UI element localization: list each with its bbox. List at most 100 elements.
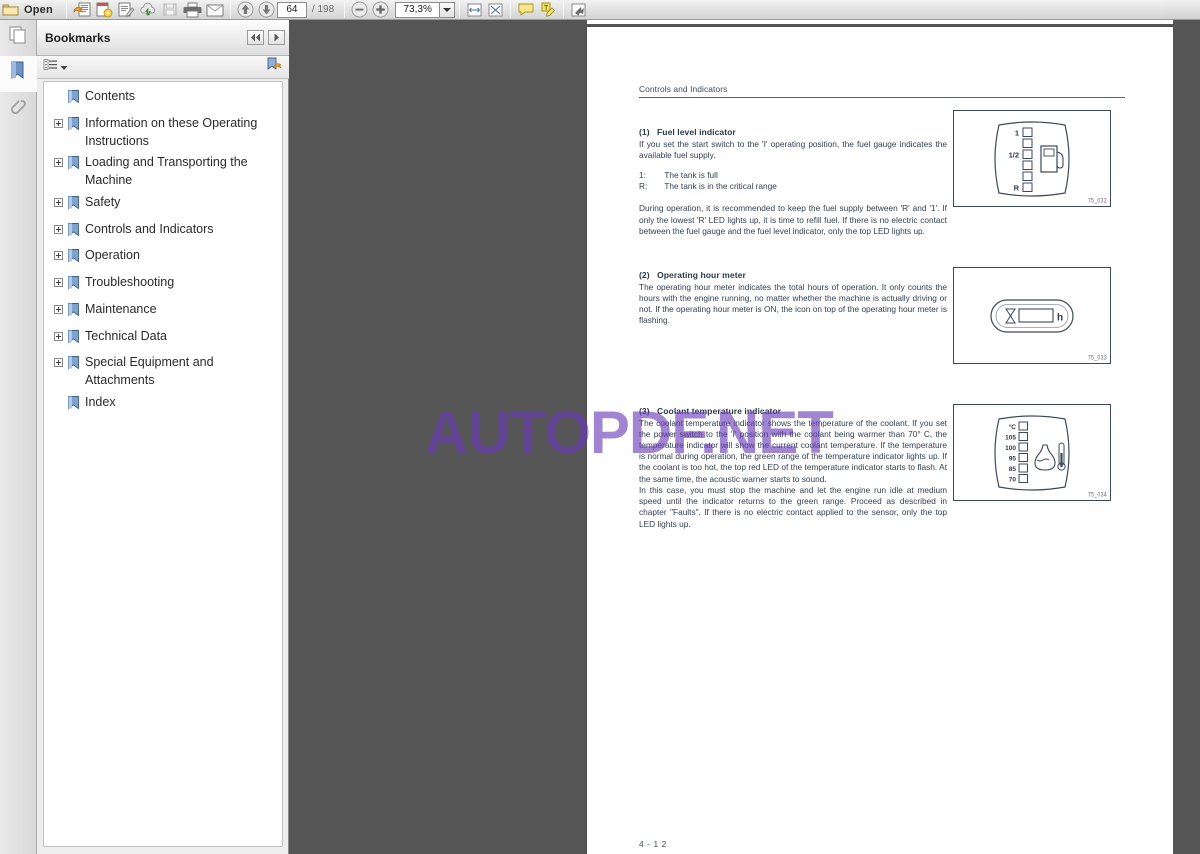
expand-bookmark-icon[interactable] — [54, 197, 63, 207]
section-body-2: During operation, it is recommended to k… — [639, 203, 947, 236]
viewport-right-gutter — [1173, 20, 1200, 854]
sidebar-item-attachments[interactable] — [0, 92, 37, 128]
bookmarks-icon — [10, 61, 26, 87]
expand-bookmark-icon[interactable] — [54, 158, 63, 168]
bookmark-target-button[interactable] — [266, 57, 283, 78]
bookmark-item[interactable]: Maintenance — [44, 299, 282, 326]
svg-text:°C: °C — [1009, 423, 1017, 431]
toolbar-group-zoom: 73,3% — [349, 0, 456, 19]
sidebar-item-page-thumbnails[interactable] — [0, 20, 37, 56]
bookmark-item-label: Contents — [85, 89, 136, 103]
bookmark-item[interactable]: Troubleshooting — [44, 272, 282, 299]
bookmark-item[interactable]: Controls and Indicators — [44, 219, 282, 246]
toolbar-divider — [510, 1, 512, 18]
expand-bookmark-icon[interactable] — [54, 304, 63, 314]
document-viewport[interactable]: Controls and Indicators (1) Fuel level i… — [290, 20, 1200, 854]
hour-meter-illustration: h — [990, 298, 1074, 333]
bookmark-item-label: Operation — [85, 248, 140, 263]
sidebar-tab-strip — [0, 20, 37, 854]
bookmark-icon — [67, 222, 80, 244]
bookmarks-panel-header: Bookmarks — [37, 20, 289, 56]
page-footer: 4 - 1 2 — [639, 839, 667, 849]
svg-text:105: 105 — [1005, 434, 1016, 441]
definition-term: R: — [639, 181, 648, 192]
bookmarks-panel: Bookmarks Contents Information on these … — [37, 20, 289, 854]
pdf-page: Controls and Indicators (1) Fuel level i… — [587, 27, 1173, 854]
fit-width-icon[interactable] — [464, 0, 485, 19]
definition-desc: The tank is full — [664, 169, 718, 180]
bookmark-item[interactable]: Contents — [44, 86, 282, 113]
fit-page-icon[interactable] — [485, 0, 506, 19]
bookmarks-tree[interactable]: Contents Information on these Operating I… — [43, 81, 283, 847]
previous-page-icon[interactable] — [235, 0, 256, 19]
highlight-text-icon[interactable]: T — [537, 0, 559, 19]
page-number-input[interactable]: 64 — [276, 1, 307, 18]
zoom-dropdown-arrow-icon[interactable] — [439, 1, 456, 18]
print-icon[interactable] — [181, 0, 204, 19]
save-copy-icon[interactable] — [71, 0, 93, 19]
svg-text:1/2: 1/2 — [1009, 150, 1019, 159]
section-fuel-level-indicator: (1) Fuel level indicator If you set the … — [639, 127, 947, 237]
bookmark-leaf-spacer — [54, 92, 63, 101]
expand-bookmark-icon[interactable] — [54, 358, 63, 368]
bookmark-icon — [67, 356, 80, 377]
bookmark-item[interactable]: Index — [44, 392, 282, 419]
coolant-gauge-illustration: °C 105 100 95 85 70 — [994, 414, 1070, 491]
open-button-label[interactable]: Open — [21, 4, 62, 16]
bookmark-item-label: Maintenance — [85, 301, 157, 316]
section-operating-hour-meter: (2) Operating hour meter The operating h… — [639, 270, 947, 326]
folder-open-icon[interactable] — [0, 0, 21, 19]
zoom-out-icon[interactable] — [349, 0, 370, 19]
bookmark-item-label: Technical Data — [85, 328, 167, 343]
bookmark-item[interactable]: Operation — [44, 245, 282, 272]
edit-pdf-icon[interactable] — [115, 0, 137, 19]
bookmark-item-label: Loading and Transporting the Machine — [85, 155, 248, 187]
svg-text:T: T — [544, 5, 549, 12]
page-thumbnails-icon — [9, 26, 28, 50]
definition-row: 1: The tank is full — [639, 170, 794, 181]
bookmarks-panel-title: Bookmarks — [45, 30, 111, 45]
bookmark-item[interactable]: Safety — [44, 192, 282, 219]
toolbar-group-fit — [464, 0, 506, 19]
section-body: If you set the start switch to the 'I' o… — [639, 138, 947, 160]
expand-panel-button[interactable] — [268, 30, 285, 45]
bookmark-icon — [67, 116, 80, 138]
toolbar-group-select — [568, 0, 589, 19]
toolbar-group-convert — [71, 0, 226, 19]
bookmark-options-button[interactable] — [43, 58, 68, 76]
bookmark-item[interactable]: Information on these Operating Instructi… — [44, 113, 282, 153]
toolbar-divider — [65, 1, 67, 18]
expand-bookmark-icon[interactable] — [54, 278, 63, 287]
bookmark-leaf-spacer — [54, 398, 63, 407]
toolbar-divider — [459, 1, 461, 18]
toolbar-group-navigation: 64 / 198 — [235, 0, 340, 19]
bookmark-item[interactable]: Loading and Transporting the Machine — [44, 152, 282, 192]
create-pdf-icon[interactable] — [93, 0, 115, 19]
expand-panel-icon — [273, 29, 280, 47]
toolbar-divider — [563, 1, 565, 18]
expand-bookmark-icon[interactable] — [54, 331, 63, 341]
zoom-in-icon[interactable] — [370, 0, 391, 19]
save-disabled-icon — [159, 0, 181, 19]
bookmark-item-label: Index — [85, 394, 116, 409]
expand-bookmark-icon[interactable] — [54, 224, 63, 234]
zoom-level-input[interactable]: 73,3% — [395, 1, 440, 18]
page-top-edge — [587, 20, 1173, 24]
bookmark-item[interactable]: Technical Data — [44, 326, 282, 353]
bookmark-item[interactable]: Special Equipment and Attachments — [44, 352, 282, 392]
upload-cloud-icon[interactable] — [137, 0, 159, 19]
next-page-icon[interactable] — [256, 0, 277, 19]
select-tool-icon[interactable] — [568, 0, 589, 19]
collapse-panel-icon — [250, 29, 261, 47]
figure-caption: 75_034 — [1087, 491, 1107, 499]
email-icon[interactable] — [204, 0, 226, 19]
bookmark-item-label: Controls and Indicators — [85, 221, 214, 236]
sticky-note-icon[interactable] — [515, 0, 537, 19]
toolbar-group-file: Open — [0, 0, 62, 19]
expand-bookmark-icon[interactable] — [54, 251, 63, 261]
expand-bookmark-icon[interactable] — [54, 118, 63, 128]
sidebar-item-bookmarks[interactable] — [0, 56, 37, 92]
bookmark-target-icon — [266, 57, 283, 77]
figure-coolant-gauge: °C 105 100 95 85 70 75_034 — [953, 404, 1111, 501]
collapse-panel-button[interactable] — [247, 30, 264, 45]
